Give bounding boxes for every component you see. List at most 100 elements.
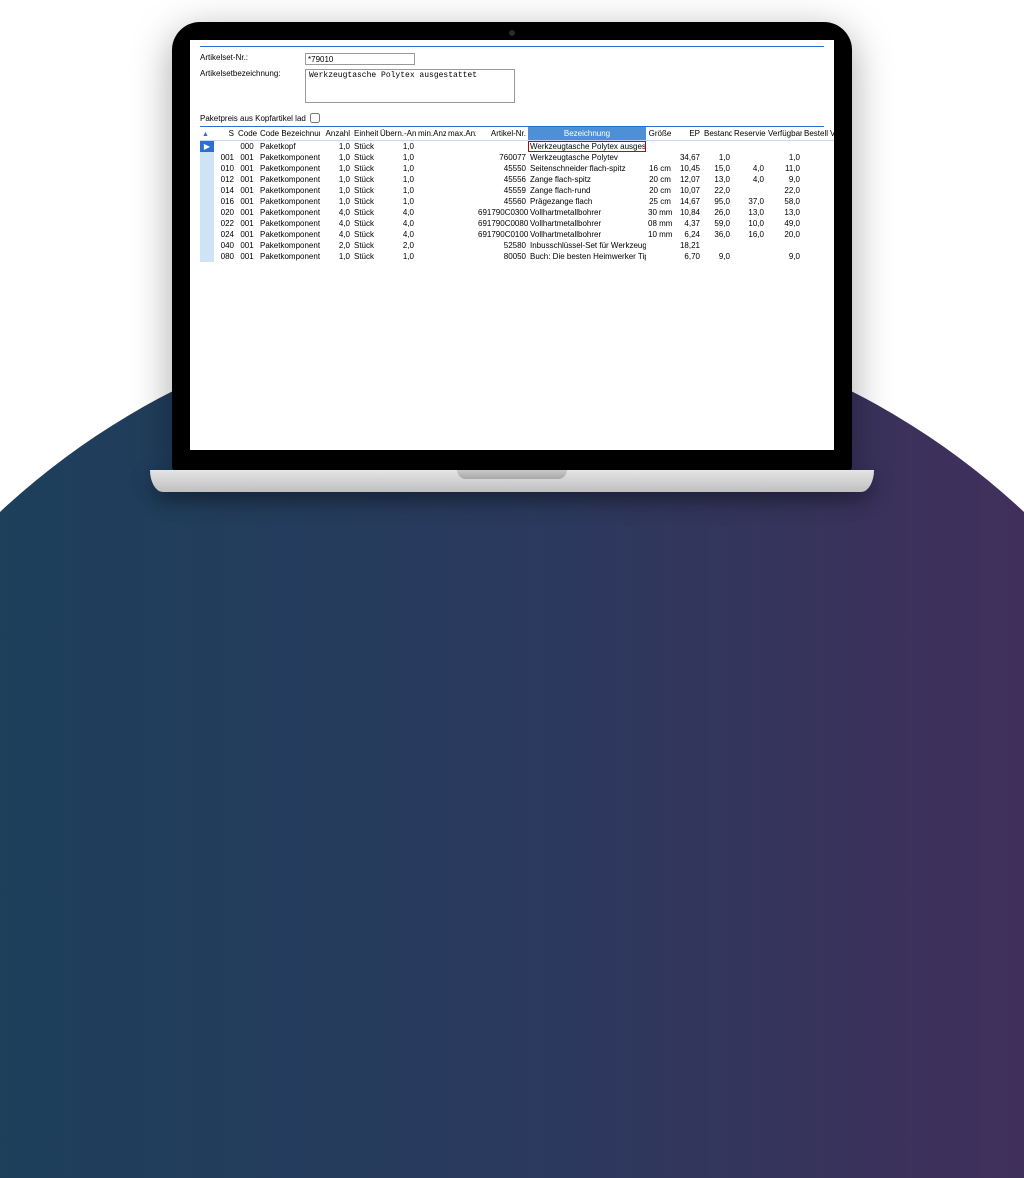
cell-bezeichnung: Prägezange flach: [528, 196, 646, 207]
cell-reserviert: 37,0: [732, 196, 766, 207]
cell-reserviert: 4,0: [732, 174, 766, 185]
cell-code: 000: [236, 141, 258, 153]
row-selector-cell[interactable]: [200, 240, 214, 251]
table-row[interactable]: 020001Paketkomponente4,0Stück4,0691790C0…: [200, 207, 834, 218]
row-selector-cell[interactable]: [200, 196, 214, 207]
cell-uebern-anz: 1,0: [378, 163, 416, 174]
col-min-anz[interactable]: min.Anz.: [416, 127, 446, 141]
row-selector-cell[interactable]: [200, 185, 214, 196]
cell-ep: 6,24: [674, 229, 702, 240]
input-artikelset-bez[interactable]: [305, 69, 515, 103]
cell-s: 040: [214, 240, 236, 251]
col-verf1[interactable]: Verfügbar 1: [766, 127, 802, 141]
cell-max-anz: [446, 163, 476, 174]
col-artikel-nr[interactable]: Artikel-Nr.: [476, 127, 528, 141]
cell-bezeichnung: Vollhartmetallbohrer: [528, 218, 646, 229]
cell-s: 012: [214, 174, 236, 185]
col-bestellt[interactable]: Bestellt: [802, 127, 828, 141]
cell-bezeichnung: Buch: Die besten Heimwerker Tipps: [528, 251, 646, 262]
cell-artikel-nr: 52580: [476, 240, 528, 251]
col-s[interactable]: S: [214, 127, 236, 141]
laptop-bezel: Artikelset-Nr.: Artikelsetbezeichnung: P…: [172, 22, 852, 472]
cell-verf1: 1,0: [766, 152, 802, 163]
cell-verf: [828, 251, 834, 262]
cell-artikel-nr: 45559: [476, 185, 528, 196]
cell-groesse: 30 mm: [646, 207, 674, 218]
cell-code-bez: Paketkomponente: [258, 152, 320, 163]
cell-verf: [828, 185, 834, 196]
cell-bezeichnung: Werkzeugtasche Polytev: [528, 152, 646, 163]
col-code[interactable]: Code: [236, 127, 258, 141]
row-selector-cell[interactable]: [200, 207, 214, 218]
cell-anzahl: 4,0: [320, 207, 352, 218]
cell-groesse: [646, 141, 674, 153]
table-row[interactable]: 014001Paketkomponente1,0Stück1,045559Zan…: [200, 185, 834, 196]
cell-ep: 14,67: [674, 196, 702, 207]
row-selector-cell[interactable]: [200, 218, 214, 229]
col-bestand[interactable]: Bestand: [702, 127, 732, 141]
cell-code-bez: Paketkomponente: [258, 163, 320, 174]
cell-code: 001: [236, 152, 258, 163]
cell-anzahl: 1,0: [320, 251, 352, 262]
row-selector-cell[interactable]: [200, 174, 214, 185]
cell-max-anz: [446, 185, 476, 196]
col-groesse[interactable]: Größe: [646, 127, 674, 141]
cell-einheit: Stück: [352, 240, 378, 251]
table-row[interactable]: 024001Paketkomponente4,0Stück4,0691790C0…: [200, 229, 834, 240]
cell-artikel-nr: 45560: [476, 196, 528, 207]
cell-reserviert: 4,0: [732, 163, 766, 174]
cell-einheit: Stück: [352, 218, 378, 229]
table-row[interactable]: 016001Paketkomponente1,0Stück1,045560Prä…: [200, 196, 834, 207]
label-paketpreis-check: Paketpreis aus Kopfartikel lad: [200, 114, 306, 123]
laptop-base: [150, 470, 874, 492]
cell-max-anz: [446, 251, 476, 262]
cell-max-anz: [446, 240, 476, 251]
divider-top: [200, 46, 824, 47]
col-ep[interactable]: EP: [674, 127, 702, 141]
cell-einheit: Stück: [352, 141, 378, 153]
table-row[interactable]: 001001Paketkomponente1,0Stück1,0760077We…: [200, 152, 834, 163]
input-artikelset-nr[interactable]: [305, 53, 415, 65]
col-code-bez[interactable]: Code Bezeichnung: [258, 127, 320, 141]
table-row[interactable]: 040001Paketkomponente2,0Stück2,052580Inb…: [200, 240, 834, 251]
cell-code-bez: Paketkomponente: [258, 218, 320, 229]
table-row[interactable]: 080001Paketkomponente1,0Stück1,080050Buc…: [200, 251, 834, 262]
cell-verf: [828, 218, 834, 229]
row-selector-cell[interactable]: [200, 251, 214, 262]
table-row[interactable]: 022001Paketkomponente4,0Stück4,0691790C0…: [200, 218, 834, 229]
cell-artikel-nr: 691790C0080: [476, 218, 528, 229]
cell-min-anz: [416, 141, 446, 153]
col-selector[interactable]: ▲: [200, 127, 214, 141]
cell-verf1: 9,0: [766, 174, 802, 185]
col-max-anz[interactable]: max.Anz.: [446, 127, 476, 141]
cell-ep: 6,70: [674, 251, 702, 262]
cell-code: 001: [236, 251, 258, 262]
label-artikelset-bez: Artikelsetbezeichnung:: [200, 69, 305, 78]
cell-max-anz: [446, 207, 476, 218]
col-bezeichnung[interactable]: Bezeichnung: [528, 127, 646, 141]
table-row[interactable]: 010001Paketkomponente1,0Stück1,045550Sei…: [200, 163, 834, 174]
cell-code-bez: Paketkomponente: [258, 185, 320, 196]
col-anzahl[interactable]: Anzahl: [320, 127, 352, 141]
data-grid[interactable]: ▲ S Code Code Bezeichnung Anzahl Einheit…: [200, 127, 834, 262]
cell-min-anz: [416, 240, 446, 251]
row-selector-cell[interactable]: ▶: [200, 141, 214, 153]
cell-groesse: 16 cm: [646, 163, 674, 174]
col-uebern-anz[interactable]: Übern.-Anz: [378, 127, 416, 141]
col-einheit[interactable]: Einheit: [352, 127, 378, 141]
row-selector-cell[interactable]: [200, 152, 214, 163]
checkbox-paketpreis[interactable]: [310, 113, 320, 123]
cell-code-bez: Paketkomponente: [258, 229, 320, 240]
grid-header-row[interactable]: ▲ S Code Code Bezeichnung Anzahl Einheit…: [200, 127, 834, 141]
cell-verf1: 11,0: [766, 163, 802, 174]
col-reserviert[interactable]: Reserviert: [732, 127, 766, 141]
cell-bestellt: [802, 152, 828, 163]
row-selector-cell[interactable]: [200, 163, 214, 174]
table-row[interactable]: ▶000Paketkopf1,0Stück1,0Werkzeugtasche P…: [200, 141, 834, 153]
table-row[interactable]: 012001Paketkomponente1,0Stück1,045556Zan…: [200, 174, 834, 185]
col-verf[interactable]: Verfü: [828, 127, 834, 141]
row-selector-cell[interactable]: [200, 229, 214, 240]
cell-min-anz: [416, 174, 446, 185]
cell-bezeichnung: Vollhartmetallbohrer: [528, 207, 646, 218]
cell-bezeichnung: Werkzeugtasche Polytex ausgestattet: [528, 141, 646, 153]
